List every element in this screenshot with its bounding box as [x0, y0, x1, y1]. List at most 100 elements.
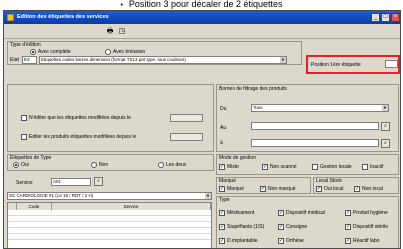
chevron-down-icon: ▼	[382, 105, 388, 111]
search-au-button[interactable]: ⌕	[381, 122, 390, 131]
mode-inactif-label: Inactif	[370, 164, 384, 170]
etat-label: Etat	[10, 57, 19, 63]
borne-du-select[interactable]: Tous ▼	[251, 104, 389, 112]
search-icon: ⌕	[97, 178, 100, 184]
radio-complete[interactable]	[30, 49, 36, 55]
radio-non[interactable]	[91, 162, 97, 168]
radio-les-deux[interactable]	[158, 162, 164, 168]
products-modified-label: Editer les produits étiquettes modifiées…	[29, 134, 137, 140]
modified-since-checkbox[interactable]	[21, 115, 27, 121]
type-edition-label: Type d'édition	[10, 42, 41, 48]
marque-checkbox[interactable]: ✓	[219, 186, 225, 192]
type-dispositif-sterile-label: Dispositif stérile	[353, 224, 389, 230]
borne-a-field[interactable]	[251, 139, 379, 147]
products-modified-date[interactable]	[170, 133, 203, 141]
table-header-code[interactable]: Code	[17, 203, 52, 210]
etat-select-value: Etiquettes codes barres dimension (forma…	[41, 57, 186, 62]
non-local-checkbox[interactable]: ✓	[354, 186, 360, 192]
bornes-label: Bornes de filtrage des produits	[219, 86, 287, 92]
service-code-field[interactable]: A01	[51, 178, 91, 186]
mode-non-scanne-checkbox[interactable]: ✓	[262, 164, 268, 170]
type-implantable-label: D.implantable	[227, 238, 258, 244]
mode-non-scanne-label: Non scanné	[270, 164, 297, 170]
dialog-window: Edition des étiquettes des services _ □ …	[3, 10, 401, 249]
table-row[interactable]	[8, 223, 211, 228]
title-bar[interactable]: Edition des étiquettes des services _ □ …	[4, 11, 400, 24]
chevron-down-icon: ▼	[280, 57, 286, 63]
type-label: Type	[219, 197, 230, 203]
table-row[interactable]	[8, 211, 211, 216]
local-stock-label: Local Stock	[316, 178, 342, 184]
preview-icon[interactable]: ◳	[117, 27, 127, 36]
type-stupefiants-label: Stupéfiants (1/S)	[227, 224, 265, 230]
search-icon: ⌕	[384, 123, 387, 129]
type-consigne-label: Consigne	[286, 224, 308, 230]
non-local-label: Non local	[362, 186, 383, 192]
mode-gestion-locale-checkbox[interactable]	[312, 164, 318, 170]
service-search-button[interactable]: ⌕	[94, 177, 103, 186]
radio-non-label: Non	[99, 162, 109, 168]
table-header-service[interactable]: Service	[52, 203, 211, 210]
non-marque-checkbox[interactable]: ✓	[260, 186, 266, 192]
oui-local-checkbox[interactable]: ✓	[316, 186, 322, 192]
mode-mixte-label: Mixte	[227, 164, 239, 170]
modified-since-date[interactable]	[170, 114, 203, 122]
service-list-value: SC CARDIOLOGIE #1 (Le 18 / RDT / 2 H)	[9, 193, 94, 198]
caption-text: Position 3 pour décaler de 2 étiquettes	[128, 0, 283, 9]
position-input[interactable]	[385, 60, 398, 68]
type-orthese-checkbox[interactable]: ✓	[278, 238, 284, 244]
borne-au-field[interactable]	[251, 122, 379, 130]
mode-inactif-checkbox[interactable]	[362, 164, 368, 170]
marque-option-label: Marqué	[227, 186, 244, 192]
mode-gestion-label: Mode de gestion	[219, 155, 256, 161]
products-modified-checkbox[interactable]	[21, 134, 27, 140]
type-reactif-labo-checkbox[interactable]: ✓	[345, 238, 351, 244]
type-medicament-label: Médicament	[227, 210, 255, 216]
chevron-down-icon: ▼	[205, 193, 211, 199]
type-stupefiants-checkbox[interactable]: ✓	[219, 224, 225, 230]
caption: • Position 3 pour décaler de 2 étiquettes	[0, 0, 403, 9]
radio-oui[interactable]	[13, 162, 19, 168]
radio-emission[interactable]	[105, 49, 111, 55]
service-table[interactable]: Code Service	[7, 202, 212, 248]
non-marque-label: Non marqué	[268, 186, 296, 192]
search-icon: ⌕	[384, 140, 387, 146]
type-produit-hygiene-checkbox[interactable]: ✓	[345, 210, 351, 216]
search-a-button[interactable]: ⌕	[381, 139, 390, 148]
position-label: Position 1ère étiquette	[311, 62, 361, 68]
modified-since-label: N'éditer que les étiquettes modifiées de…	[29, 115, 131, 121]
minimize-button[interactable]: _	[371, 13, 380, 22]
radio-complete-label: Avec complète	[38, 49, 71, 55]
borne-au-label: Au	[220, 125, 227, 131]
printer-icon[interactable]: 🖶	[105, 27, 115, 36]
type-consigne-checkbox[interactable]: ✓	[278, 224, 284, 230]
etat-code-field[interactable]: E3	[22, 56, 37, 64]
type-dispositif-medical-checkbox[interactable]: ✓	[278, 210, 284, 216]
table-row[interactable]	[8, 235, 211, 240]
type-medicament-checkbox[interactable]: ✓	[219, 210, 225, 216]
window-title: Edition des étiquettes des services	[17, 14, 109, 20]
borne-a-label: à	[220, 140, 223, 146]
caption-bullet: •	[120, 2, 123, 9]
mode-mixte-checkbox[interactable]: ✓	[219, 164, 225, 170]
mode-gestion-locale-label: Gestion locale	[320, 164, 352, 170]
close-button[interactable]: ×	[391, 13, 400, 22]
type-produit-hygiene-label: Produit hygiène	[353, 210, 388, 216]
type-reactif-labo-label: Réactif labo	[353, 238, 380, 244]
radio-oui-label: Oui	[21, 162, 29, 168]
type-dispositif-medical-label: Dispositif médical	[286, 210, 325, 216]
type-orthese-label: Orthèse	[286, 238, 304, 244]
table-header-select	[8, 203, 17, 210]
table-row[interactable]	[8, 229, 211, 234]
type-dispositif-sterile-checkbox[interactable]: ✓	[345, 224, 351, 230]
table-row[interactable]	[8, 217, 211, 222]
type-etiquette-label: Etiquettes de Type	[10, 155, 52, 161]
service-list-field[interactable]: SC CARDIOLOGIE #1 (Le 18 / RDT / 2 H) ▼	[7, 192, 212, 200]
app-icon	[7, 14, 14, 21]
oui-local-label: Oui local	[324, 186, 344, 192]
type-implantable-checkbox[interactable]: ✓	[219, 238, 225, 244]
radio-les-deux-label: Les deux	[166, 162, 187, 168]
maximize-button[interactable]: □	[381, 13, 390, 22]
service-label: Service	[16, 180, 33, 186]
etat-select[interactable]: Etiquettes codes barres dimension (forma…	[39, 56, 287, 64]
